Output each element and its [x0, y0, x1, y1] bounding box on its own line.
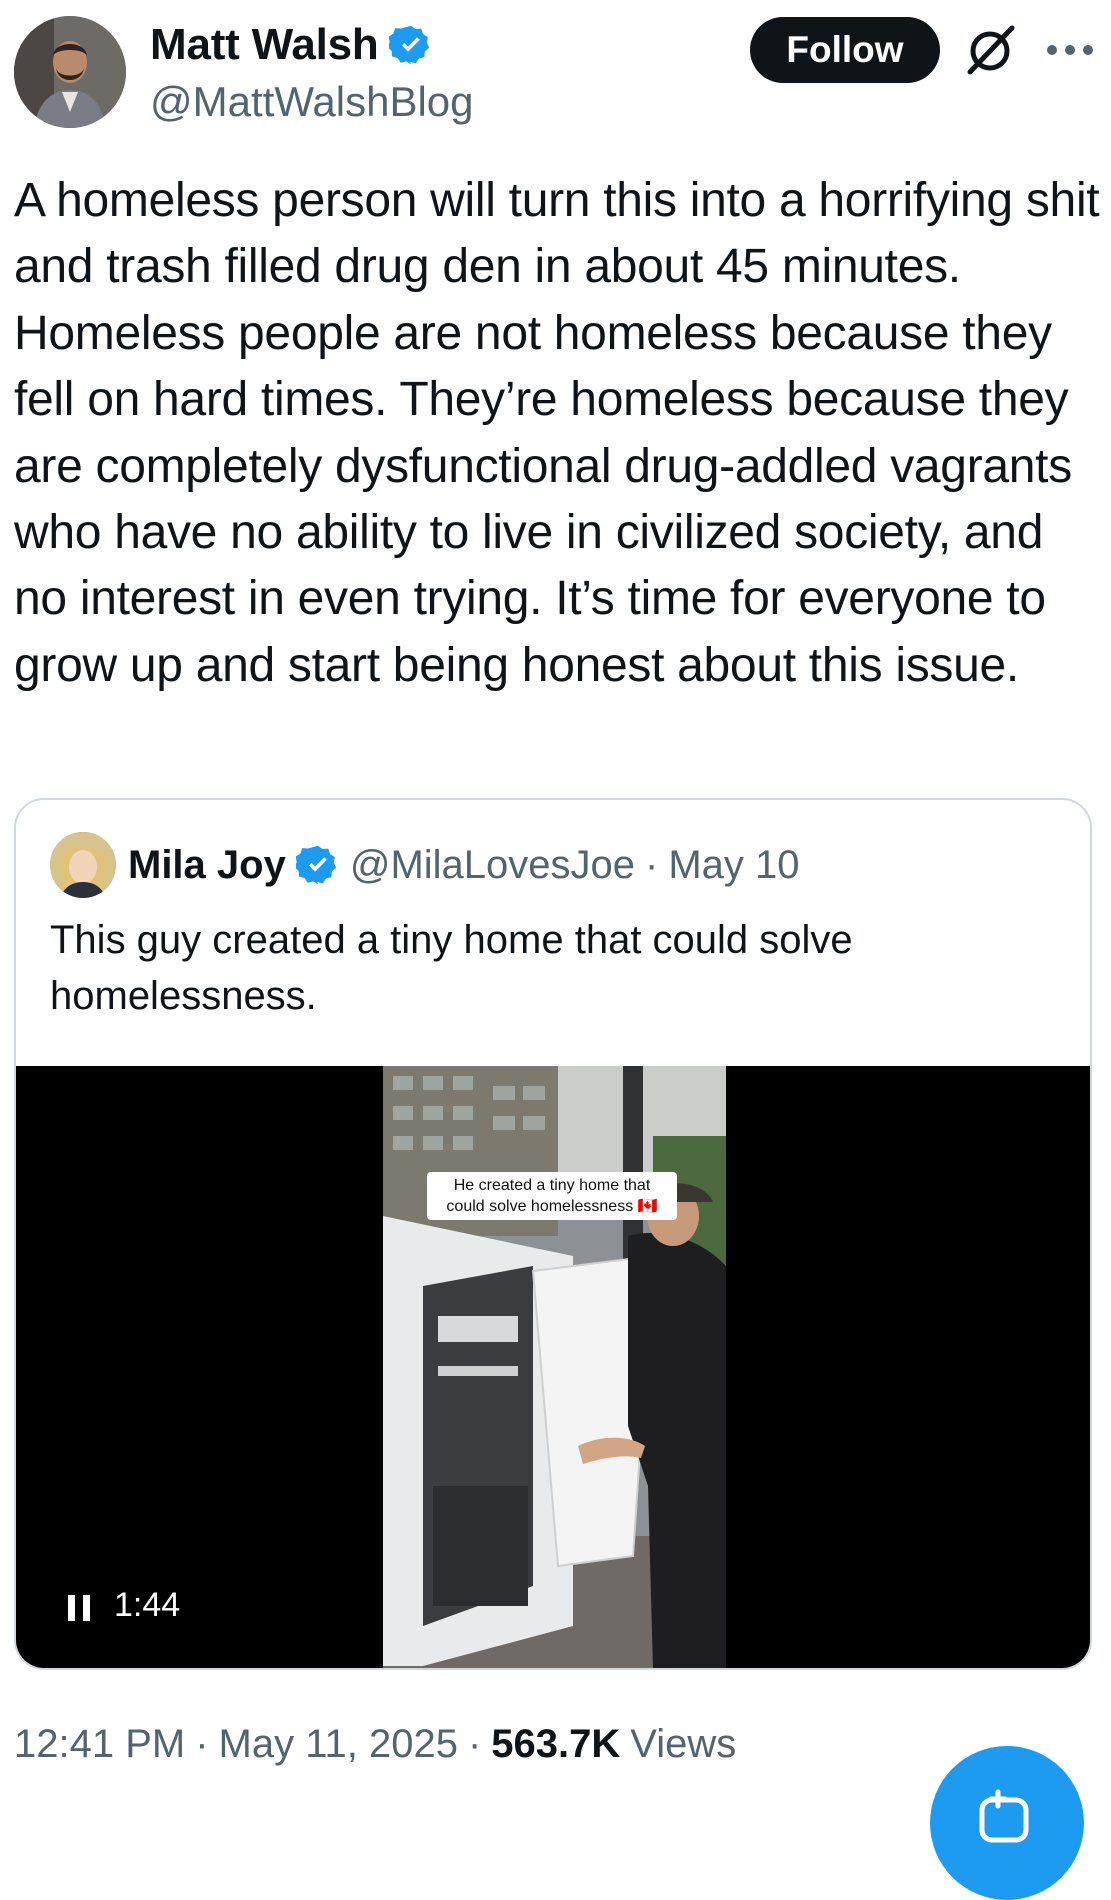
views-count[interactable]: 563.7K: [491, 1722, 620, 1767]
verified-badge-icon: [388, 25, 429, 65]
video-thumbnail-image: [383, 1066, 726, 1668]
quote-text: This guy created a tiny home that could …: [50, 918, 853, 1018]
author-name-row: Matt Walsh: [150, 20, 433, 70]
author-handle[interactable]: @MattWalshBlog: [150, 78, 474, 126]
pause-icon[interactable]: [66, 1593, 92, 1623]
quote-date[interactable]: May 10: [668, 843, 799, 888]
author-avatar[interactable]: [14, 16, 126, 128]
video-player[interactable]: He created a tiny home that could solve …: [16, 1066, 1090, 1668]
follow-button[interactable]: Follow: [750, 17, 940, 83]
views-label: Views: [630, 1722, 737, 1766]
quote-meta: @MilaLovesJoe · May 10: [350, 843, 800, 888]
grok-icon[interactable]: [962, 22, 1018, 78]
quote-profile-photo: [50, 832, 116, 898]
quote-separator: ·: [645, 842, 659, 887]
profile-photo: [14, 16, 126, 128]
footer-separator: ·: [467, 1722, 482, 1766]
compose-fab-button[interactable]: [930, 1746, 1084, 1900]
tweet-date[interactable]: May 11, 2025: [219, 1722, 458, 1767]
quote-header: Mila Joy @MilaLovesJoe · May 10: [128, 832, 800, 898]
compose-icon: [979, 1789, 1029, 1843]
video-duration: 1:44: [114, 1586, 181, 1624]
tweet-time[interactable]: 12:41 PM: [14, 1722, 185, 1767]
video-caption: He created a tiny home that could solve …: [427, 1172, 677, 1220]
tweet-text: A homeless person will turn this into a …: [14, 174, 1100, 692]
tweet-footer: 12:41 PM · May 11, 2025 · 563.7K Views: [14, 1722, 736, 1767]
quoted-tweet-card[interactable]: Mila Joy @MilaLovesJoe · May 10 This guy…: [14, 798, 1092, 1670]
quote-display-name[interactable]: Mila Joy: [128, 843, 286, 888]
more-options-icon[interactable]: [1040, 22, 1100, 78]
quote-author-avatar[interactable]: [50, 832, 116, 898]
quote-handle[interactable]: @MilaLovesJoe: [350, 843, 635, 888]
footer-separator: ·: [195, 1722, 209, 1766]
author-display-name[interactable]: Matt Walsh: [150, 20, 379, 70]
quote-verified-badge-icon: [295, 845, 336, 885]
video-frame: He created a tiny home that could solve …: [383, 1066, 726, 1668]
